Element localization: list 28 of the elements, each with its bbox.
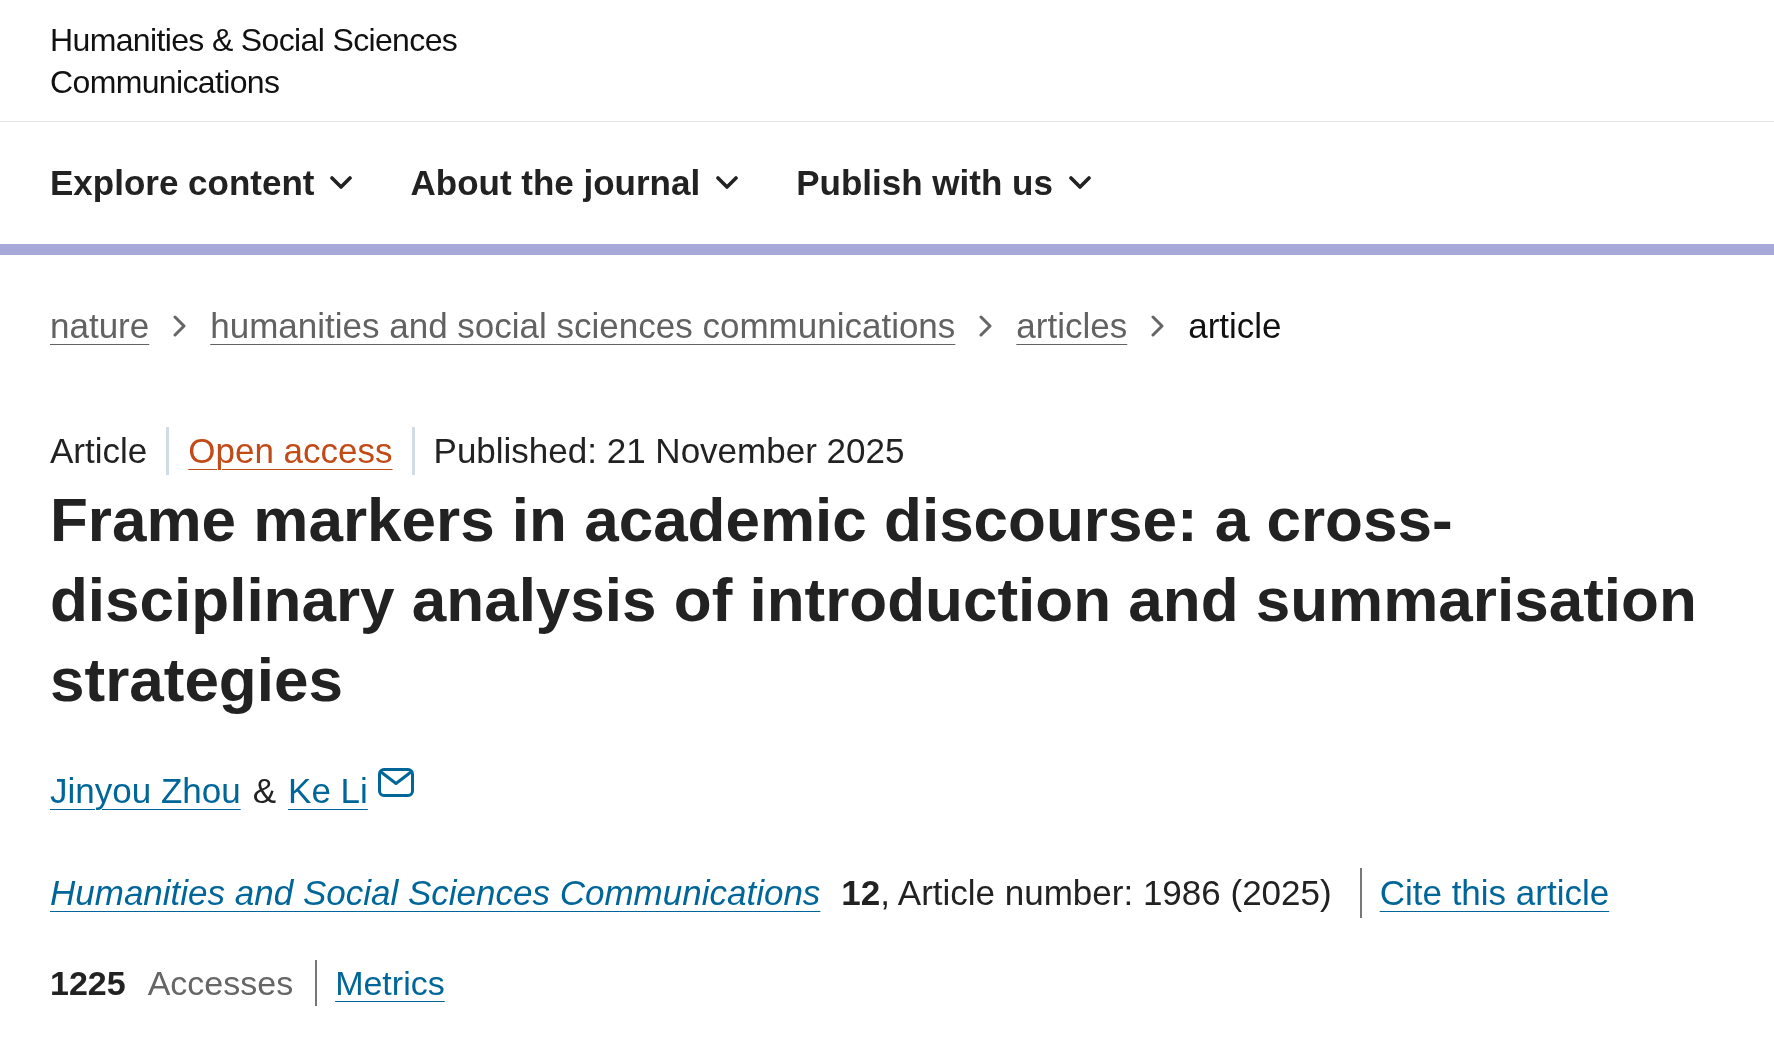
breadcrumb-link[interactable]: humanities and social sciences communications <box>210 304 956 348</box>
nav-menu-button[interactable]: Publish with us <box>796 159 1091 207</box>
chevron-right-icon <box>979 315 993 337</box>
author-separator: & <box>252 770 277 812</box>
article-type: Article <box>50 430 148 472</box>
nav-menu-button[interactable]: Explore content <box>50 159 353 207</box>
nav-menu-button[interactable]: About the journal <box>410 159 739 207</box>
article-title: Frame markers in academic discourse: a cross-disciplinary analysis of introduction and summarisation strategies <box>50 484 1698 716</box>
chevron-right-icon <box>173 315 187 337</box>
metrics-link[interactable]: Metrics <box>335 961 445 1005</box>
access-count: 1225 <box>50 963 126 1004</box>
author-link[interactable]: Jinyou Zhou <box>50 769 241 813</box>
chevron-down-icon <box>330 176 353 190</box>
mail-icon[interactable] <box>377 767 414 797</box>
open-access-link[interactable]: Open access <box>188 429 393 473</box>
author-link[interactable]: Ke Li <box>288 769 368 813</box>
chevron-down-icon <box>1068 176 1091 190</box>
journal-logo[interactable]: Humanities & Social Sciences Communications <box>50 19 458 103</box>
accesses-label: Accesses <box>147 963 294 1004</box>
chevron-down-icon <box>716 176 739 190</box>
breadcrumb-current: article <box>1188 305 1282 347</box>
breadcrumb-link[interactable]: articles <box>1016 304 1128 348</box>
citation-details: 12, Article number: 1986 (2025) <box>841 872 1332 914</box>
published-date: Published: 21 November 2025 <box>433 430 905 472</box>
chevron-right-icon <box>1151 315 1165 337</box>
breadcrumb-link[interactable]: nature <box>50 304 150 348</box>
cite-article-link[interactable]: Cite this article <box>1379 871 1610 915</box>
journal-link[interactable]: Humanities and Social Sciences Communications <box>50 871 821 915</box>
